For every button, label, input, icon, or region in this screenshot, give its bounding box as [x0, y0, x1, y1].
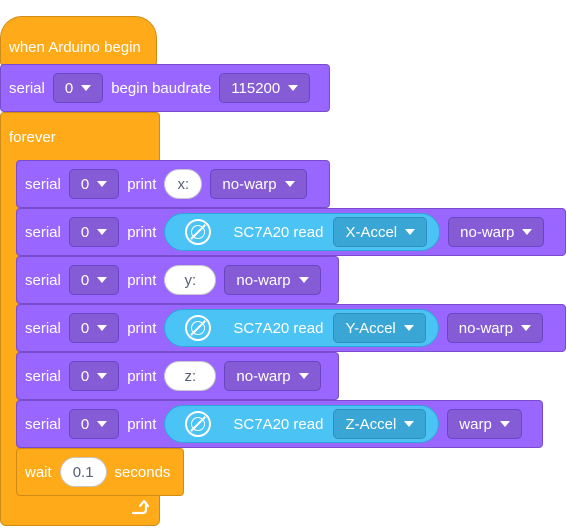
caret-down-icon	[97, 373, 108, 379]
axis-dropdown[interactable]: Y-Accel	[333, 313, 426, 343]
axis-value: X-Accel	[345, 223, 398, 241]
sensor-read-label: SC7A20 read	[233, 319, 324, 337]
caret-down-icon	[288, 85, 299, 91]
serial-print-block[interactable]: serial 0 print x: no-warp	[16, 160, 330, 208]
serial-label: serial	[25, 223, 61, 241]
caret-down-icon	[404, 421, 415, 427]
caret-down-icon	[97, 277, 108, 283]
print-text-input[interactable]: y:	[164, 265, 217, 295]
serial-port-dropdown[interactable]: 0	[68, 217, 120, 247]
caret-down-icon	[522, 229, 533, 235]
serial-port-value: 0	[64, 79, 74, 97]
seconds-label: seconds	[114, 463, 171, 481]
serial-label: serial	[25, 319, 61, 337]
serial-port-value: 0	[80, 415, 90, 433]
serial-port-dropdown[interactable]: 0	[52, 73, 104, 103]
serial-port-value: 0	[80, 367, 90, 385]
serial-begin-block[interactable]: serial 0 begin baudrate 115200	[0, 64, 330, 112]
serial-label: serial	[25, 415, 61, 433]
axis-dropdown[interactable]: X-Accel	[333, 217, 428, 247]
hat-label: when Arduino begin	[9, 38, 141, 56]
print-label: print	[127, 175, 157, 193]
caret-down-icon	[298, 277, 309, 283]
caret-down-icon	[405, 229, 416, 235]
baudrate-dropdown[interactable]: 115200	[219, 73, 311, 103]
forever-label: forever	[9, 128, 56, 146]
when-arduino-begin-block[interactable]: when Arduino begin	[0, 16, 157, 66]
sc7a20-read-reporter[interactable]: SC7A20 read Z-Accel	[164, 405, 440, 443]
caret-down-icon	[499, 421, 510, 427]
warp-mode-value: no-warp	[236, 271, 291, 289]
caret-down-icon	[97, 229, 108, 235]
warp-mode-dropdown[interactable]: no-warp	[210, 169, 307, 199]
accelerometer-icon	[185, 411, 212, 437]
caret-down-icon	[97, 325, 108, 331]
serial-port-value: 0	[80, 319, 90, 337]
axis-dropdown[interactable]: Z-Accel	[333, 409, 427, 439]
print-label: print	[127, 223, 157, 241]
warp-mode-value: warp	[459, 415, 492, 433]
serial-label: serial	[25, 367, 61, 385]
accelerometer-icon	[185, 315, 212, 341]
serial-port-dropdown[interactable]: 0	[68, 409, 120, 439]
serial-port-dropdown[interactable]: 0	[68, 313, 120, 343]
caret-down-icon	[403, 325, 414, 331]
serial-print-block[interactable]: serial 0 print SC7A20 read Y-Accel no-wa…	[16, 304, 566, 352]
caret-down-icon	[520, 325, 531, 331]
serial-port-value: 0	[80, 271, 90, 289]
sc7a20-read-reporter[interactable]: SC7A20 read X-Accel	[164, 213, 441, 251]
warp-mode-dropdown[interactable]: no-warp	[224, 265, 321, 295]
warp-mode-value: no-warp	[458, 319, 513, 337]
caret-down-icon	[81, 85, 92, 91]
print-label: print	[127, 319, 157, 337]
warp-mode-dropdown[interactable]: warp	[447, 409, 522, 439]
wait-duration-input[interactable]: 0.1	[59, 457, 107, 487]
sc7a20-read-reporter[interactable]: SC7A20 read Y-Accel	[164, 309, 439, 347]
serial-label: serial	[25, 271, 61, 289]
print-text-input[interactable]: z:	[164, 361, 217, 391]
caret-down-icon	[298, 373, 309, 379]
loop-arrow-icon	[131, 499, 149, 515]
warp-mode-dropdown[interactable]: no-warp	[448, 217, 545, 247]
serial-print-block[interactable]: serial 0 print y: no-warp	[16, 256, 339, 304]
print-label: print	[127, 367, 157, 385]
serial-port-value: 0	[80, 175, 90, 193]
print-label: print	[127, 271, 157, 289]
serial-label: serial	[25, 175, 61, 193]
warp-mode-value: no-warp	[222, 175, 277, 193]
caret-down-icon	[97, 421, 108, 427]
serial-print-block[interactable]: serial 0 print z: no-warp	[16, 352, 339, 400]
sensor-read-label: SC7A20 read	[233, 415, 324, 433]
wait-seconds-block[interactable]: wait 0.1 seconds	[16, 448, 184, 496]
warp-mode-value: no-warp	[460, 223, 515, 241]
caret-down-icon	[97, 181, 108, 187]
axis-value: Y-Accel	[345, 319, 396, 337]
caret-down-icon	[284, 181, 295, 187]
serial-port-dropdown[interactable]: 0	[68, 169, 120, 199]
accelerometer-icon	[185, 219, 212, 245]
serial-print-block[interactable]: serial 0 print SC7A20 read Z-Accel warp	[16, 400, 543, 448]
serial-port-dropdown[interactable]: 0	[68, 361, 120, 391]
warp-mode-dropdown[interactable]: no-warp	[224, 361, 321, 391]
serial-port-value: 0	[80, 223, 90, 241]
baudrate-value: 115200	[231, 79, 281, 97]
print-label: print	[127, 415, 157, 433]
serial-print-block[interactable]: serial 0 print SC7A20 read X-Accel no-wa…	[16, 208, 566, 256]
serial-port-dropdown[interactable]: 0	[68, 265, 120, 295]
warp-mode-dropdown[interactable]: no-warp	[446, 313, 543, 343]
axis-value: Z-Accel	[345, 415, 397, 433]
sensor-read-label: SC7A20 read	[233, 223, 324, 241]
print-text-input[interactable]: x:	[164, 169, 203, 199]
warp-mode-value: no-warp	[236, 367, 291, 385]
serial-label: serial	[9, 79, 45, 97]
wait-label: wait	[25, 463, 52, 481]
begin-baudrate-label: begin baudrate	[111, 79, 212, 97]
